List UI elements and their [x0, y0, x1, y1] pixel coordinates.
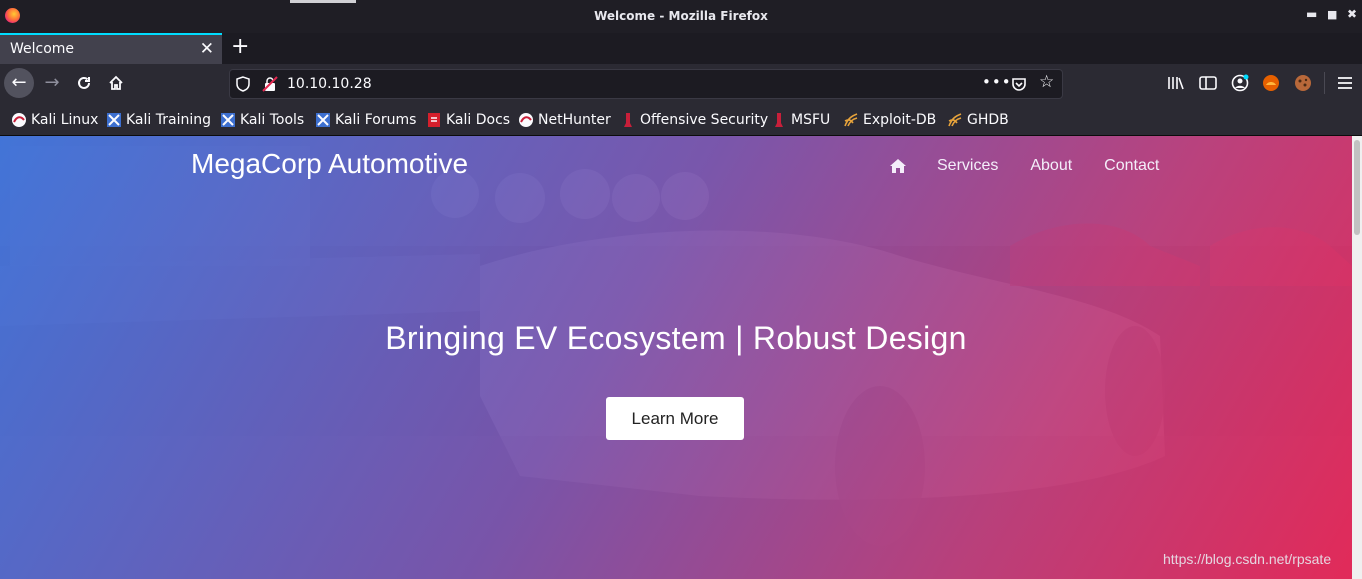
kali-tools-icon — [221, 113, 235, 127]
offsec-icon — [624, 113, 632, 127]
home-icon — [109, 75, 123, 90]
scrollbar-thumb[interactable] — [1354, 140, 1360, 235]
toolbar-separator — [1324, 72, 1325, 94]
url-bar[interactable]: 10.10.10.28 ••• ☆ — [229, 69, 1063, 99]
bookmark-exploit-db[interactable]: Exploit-DB — [843, 111, 936, 129]
site-brand[interactable]: MegaCorp Automotive — [191, 148, 468, 180]
extension-fox-icon[interactable] — [1261, 73, 1281, 93]
new-tab-icon[interactable]: + — [231, 34, 249, 59]
tab-title: Welcome — [10, 41, 75, 57]
nethunter-icon — [519, 113, 533, 127]
bookmark-label: MSFU — [791, 112, 831, 128]
page-content: MegaCorp Automotive Services About Conta… — [0, 136, 1352, 579]
bookmark-label: Kali Training — [126, 112, 211, 128]
bookmark-label: Kali Linux — [31, 112, 99, 128]
back-button[interactable]: ← — [4, 68, 34, 98]
learn-more-button[interactable]: Learn More — [606, 397, 744, 440]
nav-link-contact[interactable]: Contact — [1104, 157, 1159, 175]
library-icon[interactable] — [1166, 73, 1186, 93]
bookmark-nethunter[interactable]: NetHunter — [518, 111, 611, 129]
kali-dragon-icon — [12, 113, 26, 127]
bookmark-msfu[interactable]: MSFU — [771, 111, 830, 129]
ghdb-icon — [948, 113, 962, 127]
kali-forums-icon — [316, 113, 330, 127]
bookmark-kali-forums[interactable]: Kali Forums — [315, 111, 416, 129]
maximize-icon[interactable]: ■ — [1327, 8, 1337, 21]
bookmark-label: Kali Forums — [335, 112, 417, 128]
tab-welcome[interactable]: Welcome ✕ — [0, 33, 222, 64]
titlebar-strip — [290, 0, 356, 3]
kali-docs-icon — [428, 113, 440, 127]
close-window-icon[interactable]: ✖ — [1347, 7, 1357, 21]
bookmark-label: NetHunter — [538, 112, 611, 128]
tracking-shield-icon[interactable] — [236, 76, 250, 92]
sidebar-icon[interactable] — [1198, 73, 1218, 93]
account-icon[interactable] — [1230, 73, 1250, 93]
kali-training-icon — [107, 113, 121, 127]
bookmark-label: GHDB — [967, 112, 1009, 128]
bookmark-kali-linux[interactable]: Kali Linux — [11, 111, 98, 129]
forward-button[interactable]: → — [37, 68, 67, 98]
page-scrollbar[interactable] — [1352, 136, 1362, 579]
window-titlebar: Welcome - Mozilla Firefox ▬ ■ ✖ — [0, 0, 1362, 33]
bookmark-star-icon[interactable]: ☆ — [1039, 72, 1054, 92]
tab-strip: Welcome ✕ + — [0, 33, 1362, 64]
nav-link-services[interactable]: Services — [937, 157, 998, 175]
navigation-toolbar: ← → 10.10.10.28 ••• ☆ — [0, 64, 1362, 103]
bookmark-label: Kali Docs — [446, 112, 511, 128]
page-actions-icon[interactable]: ••• — [982, 73, 1012, 91]
bookmark-label: Exploit-DB — [863, 112, 937, 128]
watermark-text: https://blog.csdn.net/rpsate — [1163, 551, 1332, 567]
bookmark-offensive-security[interactable]: Offensive Security — [620, 111, 768, 129]
hero-gradient-overlay — [0, 136, 1352, 579]
insecure-lock-icon[interactable] — [262, 76, 278, 92]
hero-headline: Bringing EV Ecosystem | Robust Design — [385, 320, 967, 356]
site-home-icon[interactable] — [890, 158, 906, 174]
window-title: Welcome - Mozilla Firefox — [594, 9, 768, 23]
home-button[interactable] — [101, 68, 131, 98]
nav-link-about[interactable]: About — [1030, 157, 1072, 175]
tab-close-icon[interactable]: ✕ — [200, 39, 214, 59]
extension-cookie-icon[interactable] — [1293, 73, 1313, 93]
msfu-icon — [775, 113, 783, 127]
site-navigation: Services About Contact — [890, 157, 1191, 175]
bookmark-kali-training[interactable]: Kali Training — [106, 111, 211, 129]
url-text[interactable]: 10.10.10.28 — [287, 76, 372, 92]
bookmark-kali-tools[interactable]: Kali Tools — [220, 111, 304, 129]
minimize-icon[interactable]: ▬ — [1306, 7, 1317, 21]
pocket-icon[interactable] — [1011, 76, 1027, 92]
bookmark-label: Offensive Security — [640, 112, 769, 128]
reload-icon — [78, 76, 90, 89]
hamburger-menu-icon[interactable] — [1335, 73, 1355, 93]
exploit-db-icon — [844, 113, 858, 127]
bookmark-kali-docs[interactable]: Kali Docs — [426, 111, 510, 129]
bookmark-ghdb[interactable]: GHDB — [947, 111, 1009, 129]
bookmark-label: Kali Tools — [240, 112, 305, 128]
bookmarks-toolbar: Kali Linux Kali Training Kali Tools Kali… — [0, 103, 1362, 136]
reload-button[interactable] — [69, 68, 99, 98]
